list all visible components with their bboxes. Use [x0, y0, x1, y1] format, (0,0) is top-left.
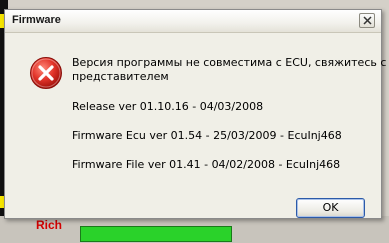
firmware-dialog: Firmware Версия программы не совместима …	[4, 9, 386, 219]
error-message-line1: Версия программы не совместима с ECU, св…	[72, 56, 387, 69]
background-red-label: Rich	[36, 218, 63, 232]
background-green-bar	[80, 226, 232, 242]
close-button[interactable]	[359, 13, 375, 28]
dialog-title: Firmware	[12, 14, 61, 26]
firmware-file-version: Firmware File ver 01.41 - 04/02/2008 - E…	[72, 158, 341, 171]
release-version: Release ver 01.10.16 - 04/03/2008	[72, 100, 264, 113]
error-icon	[30, 57, 62, 89]
dialog-titlebar[interactable]: Firmware	[5, 10, 381, 33]
error-message: Версия программы не совместима с ECU, св…	[72, 56, 386, 84]
dialog-body: Версия программы не совместима с ECU, св…	[5, 33, 386, 218]
close-icon	[363, 16, 372, 25]
error-message-line2: представителем	[72, 70, 169, 83]
ok-button[interactable]: OK	[296, 198, 365, 218]
firmware-ecu-version: Firmware Ecu ver 01.54 - 25/03/2009 - Ec…	[72, 129, 342, 142]
